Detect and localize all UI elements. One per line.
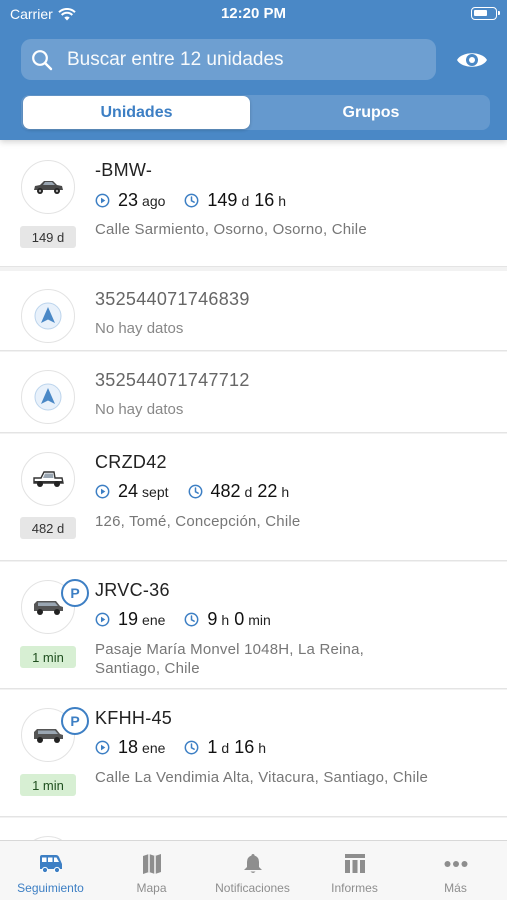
unit-address: Pasaje María Monvel 1048H, La Reina, San…: [95, 640, 485, 678]
date-month: ene: [142, 740, 166, 756]
play-circle-icon: [95, 612, 110, 627]
car-icon: [21, 160, 75, 214]
navigation-arrow-icon: [21, 370, 75, 424]
segmented-control: Unidades Grupos: [21, 95, 490, 130]
duration-unit-1: d: [244, 484, 253, 500]
status-time: 12:20 PM: [220, 5, 287, 22]
tab-label: Más: [444, 881, 467, 895]
unit-address: 126, Tomé, Concepción, Chile: [95, 513, 301, 530]
unit-status: No hay datos: [95, 320, 184, 337]
duration-value-2: 16: [254, 190, 275, 210]
duration-unit-1: d: [221, 740, 230, 756]
units-list[interactable]: 149 d -BMW- 23 ago 149 d 16 h Calle Sarm…: [0, 140, 507, 840]
unit-address-line: Pasaje María Monvel 1048H, La Reina,: [95, 641, 365, 658]
clock-icon: [184, 193, 199, 208]
status-bar: Carrier 12:20 PM: [0, 0, 507, 30]
play-circle-icon: [95, 740, 110, 755]
play-circle-icon: [95, 484, 110, 499]
tab-unidades[interactable]: Unidades: [23, 96, 250, 129]
duration-unit-2: min: [248, 612, 271, 628]
bell-icon: [244, 854, 262, 873]
list-item[interactable]: [0, 818, 507, 840]
tab-bar: Seguimiento Mapa Notificaciones Informes…: [0, 840, 507, 900]
date-month: sept: [142, 484, 169, 500]
unit-name: -BMW-: [95, 160, 153, 180]
header: Carrier 12:20 PM Unidades Grupos: [0, 0, 507, 140]
last-update-badge: 1 min: [20, 774, 76, 796]
last-update-badge: 482 d: [20, 517, 76, 539]
bus-icon: [40, 855, 62, 874]
duration-value-2: 16: [234, 737, 255, 757]
navigation-arrow-icon: [21, 289, 75, 343]
unit-status: No hay datos: [95, 401, 184, 418]
last-update-badge: 149 d: [20, 226, 76, 248]
clock-icon: [188, 484, 202, 499]
search-input[interactable]: [67, 48, 427, 71]
duration-value-2: 22: [257, 481, 278, 501]
date-day: 18: [118, 737, 139, 757]
battery-icon: [471, 7, 500, 20]
tab-grupos[interactable]: Grupos: [255, 96, 487, 129]
tab-seguimiento[interactable]: Seguimiento: [0, 841, 101, 900]
eye-icon: [457, 53, 487, 67]
tab-mapa[interactable]: Mapa: [101, 841, 202, 900]
duration-value-1: 9: [207, 609, 218, 629]
unit-meta: 24 sept 482 d 22 h: [95, 481, 294, 502]
date-month: ene: [142, 612, 166, 628]
last-update-badge: 1 min: [20, 646, 76, 668]
tab-label: Informes: [331, 881, 378, 895]
list-item[interactable]: 352544071747712 No hay datos: [0, 352, 507, 433]
clock-icon: [184, 740, 199, 755]
unit-meta: 18 ene 1 d 16 h: [95, 737, 271, 758]
tab-label: Notificaciones: [215, 881, 290, 895]
tab-notificaciones[interactable]: Notificaciones: [202, 841, 303, 900]
duration-unit-2: h: [281, 484, 290, 500]
unit-name: 352544071746839: [95, 289, 250, 309]
unit-address-line: Santiago, Chile: [95, 660, 200, 677]
unit-address: Calle La Vendimia Alta, Vitacura, Santia…: [95, 769, 429, 786]
list-item[interactable]: 352544071746839 No hay datos: [0, 271, 507, 351]
tab-informes[interactable]: Informes: [304, 841, 405, 900]
duration-value-1: 482: [210, 481, 241, 501]
unit-name: CRZD42: [95, 452, 167, 472]
list-item[interactable]: P 1 min JRVC-36 19 ene 9 h 0 min Pasaje …: [0, 562, 507, 689]
date-month: ago: [142, 193, 166, 209]
parking-status-icon: P: [61, 707, 89, 735]
parking-status-icon: P: [61, 579, 89, 607]
table-icon: [345, 854, 365, 873]
tab-label: Seguimiento: [17, 881, 84, 895]
map-icon: [143, 854, 161, 874]
duration-value-2: 0: [234, 609, 245, 629]
duration-unit-2: h: [258, 740, 267, 756]
duration-unit-1: h: [221, 612, 230, 628]
search-bar[interactable]: [21, 39, 436, 80]
duration-unit-2: h: [278, 193, 287, 209]
visibility-toggle-button[interactable]: [454, 45, 490, 75]
list-item[interactable]: 149 d -BMW- 23 ago 149 d 16 h Calle Sarm…: [0, 140, 507, 267]
unit-name: KFHH-45: [95, 708, 173, 728]
tab-mas[interactable]: Más: [405, 841, 506, 900]
unit-name: 352544071747712: [95, 370, 250, 390]
list-item[interactable]: 482 d CRZD42 24 sept 482 d 22 h 126, Tom…: [0, 434, 507, 561]
duration-value-1: 149: [207, 190, 238, 210]
unit-meta: 23 ago 149 d 16 h: [95, 190, 291, 211]
list-item[interactable]: P 1 min KFHH-45 18 ene 1 d 16 h Calle La…: [0, 690, 507, 817]
date-day: 24: [118, 481, 139, 501]
pickup-truck-icon: [21, 452, 75, 506]
play-circle-icon: [95, 193, 110, 208]
clock-icon: [184, 612, 199, 627]
tab-label: Mapa: [136, 881, 167, 895]
unit-name: JRVC-36: [95, 580, 170, 600]
duration-unit-1: d: [241, 193, 250, 209]
date-day: 23: [118, 190, 139, 210]
more-dots-icon: [444, 861, 468, 867]
search-icon: [32, 49, 53, 70]
date-day: 19: [118, 609, 139, 629]
unit-address: Calle Sarmiento, Osorno, Osorno, Chile: [95, 221, 367, 238]
unit-meta: 19 ene 9 h 0 min: [95, 609, 276, 630]
duration-value-1: 1: [207, 737, 218, 757]
